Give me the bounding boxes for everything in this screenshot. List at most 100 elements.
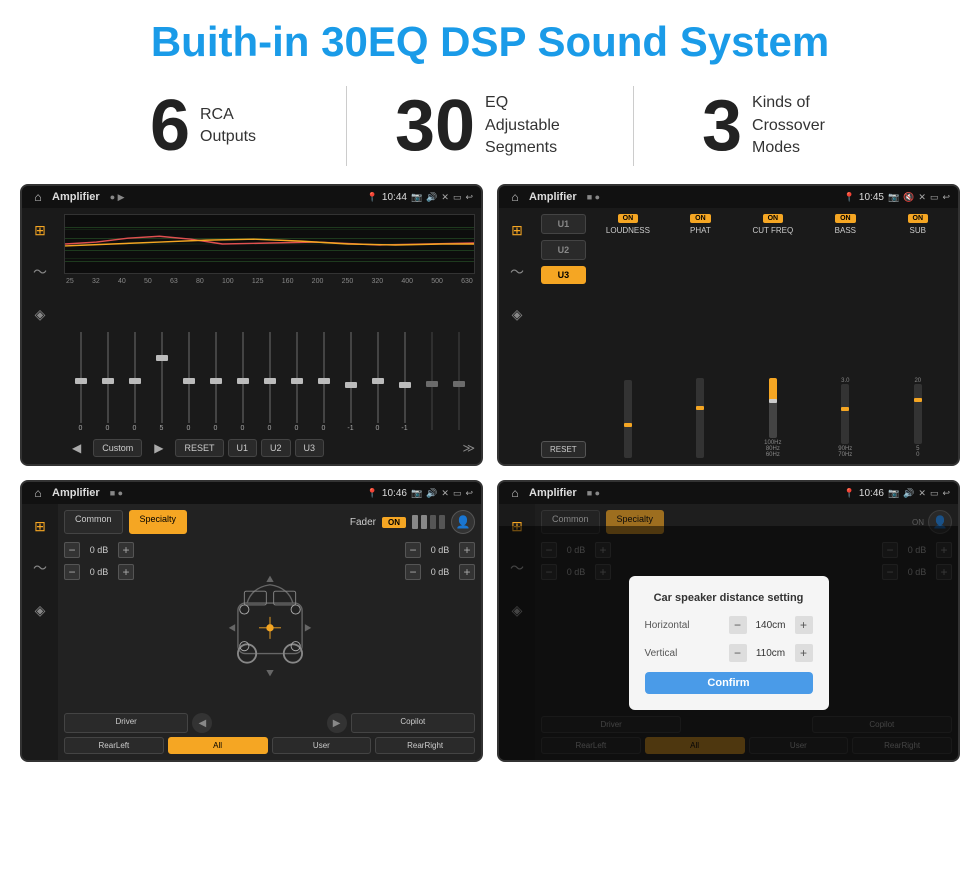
eq-next-btn[interactable]: ▶ (146, 438, 171, 458)
bass-label: BASS (835, 226, 856, 235)
eq-screen-content: ⊞ 〜 ◈ (22, 208, 481, 464)
eq-slider-4[interactable]: 5 (149, 332, 174, 432)
home-icon-2[interactable]: ⌂ (507, 189, 523, 205)
eq-custom-label: Custom (93, 439, 142, 457)
eq-slider-10[interactable]: 0 (311, 332, 336, 432)
dialog-horizontal-row: Horizontal − 140cm + (645, 616, 813, 634)
home-icon-1[interactable]: ⌂ (30, 189, 46, 205)
fader-plus-1[interactable]: + (118, 542, 134, 558)
dialog-horizontal-value: 140cm (751, 620, 791, 631)
location-icon-1: 📍 (367, 192, 378, 203)
fader-minus-1[interactable]: − (64, 542, 80, 558)
back-icon-2: ↩ (942, 192, 950, 203)
fader-side-icons: ⊞ 〜 ◈ (22, 504, 58, 760)
dialog-vertical-minus[interactable]: − (729, 644, 747, 662)
fader-side-icon-2[interactable]: 〜 (26, 554, 54, 582)
cross-u1-btn[interactable]: U1 (541, 214, 586, 234)
eq-prev-btn[interactable]: ◀ (64, 438, 89, 458)
eq-slider-11[interactable]: -1 (338, 332, 363, 432)
eq-slider-8[interactable]: 0 (257, 332, 282, 432)
eq-slider-1[interactable]: 0 (68, 332, 93, 432)
profile-icon[interactable]: 👤 (451, 510, 475, 534)
phat-slider (666, 238, 734, 458)
cross-u2-btn[interactable]: U2 (541, 240, 586, 260)
confirm-button[interactable]: Confirm (645, 672, 813, 694)
fader-plus-4[interactable]: + (459, 564, 475, 580)
cutfreq-slider-track[interactable] (769, 378, 777, 438)
tab-common[interactable]: Common (64, 510, 123, 534)
eq-slider-7[interactable]: 0 (230, 332, 255, 432)
fader-plus-3[interactable]: + (459, 542, 475, 558)
fader-nav-left[interactable]: ◀ (192, 713, 212, 733)
dialog-vertical-plus[interactable]: + (795, 644, 813, 662)
location-icon-4: 📍 (844, 488, 855, 499)
cross-loudness: ON LOUDNESS (594, 214, 662, 458)
cross-cutfreq: ON CUT FREQ 100Hz 80Hz 60Hz (739, 214, 807, 458)
status-bar-1: ⌂ Amplifier ● ▶ 📍 10:44 📷 🔊 ✕ ▭ ↩ (22, 186, 481, 208)
eq-side-icon-2[interactable]: 〜 (26, 258, 54, 286)
phat-slider-track[interactable] (696, 378, 704, 458)
fader-minus-3[interactable]: − (405, 542, 421, 558)
sub-slider-track[interactable] (914, 384, 922, 444)
status-icons-4: 📍 10:46 📷 🔊 ✕ ▭ ↩ (844, 488, 950, 499)
eq-slider-2[interactable]: 0 (95, 332, 120, 432)
fader-minus-4[interactable]: − (405, 564, 421, 580)
cross-bass: ON BASS 3.0 90Hz 70Hz (811, 214, 879, 458)
fader-driver-btn[interactable]: Driver (64, 713, 188, 733)
camera-icon-3: 📷 (411, 488, 422, 499)
status-icons-1: 📍 10:44 📷 🔊 ✕ ▭ ↩ (367, 192, 473, 203)
cutfreq-label: CUT FREQ (752, 226, 793, 235)
dialog-horizontal-plus[interactable]: + (795, 616, 813, 634)
cross-side-icon-2[interactable]: 〜 (503, 258, 531, 286)
eq-side-icons: ⊞ 〜 ◈ (22, 208, 58, 464)
eq-sliders: 0 0 0 5 0 0 0 0 0 0 -1 0 -1 (64, 289, 475, 432)
eq-slider-12[interactable]: 0 (365, 332, 390, 432)
cross-side-icon-1[interactable]: ⊞ (503, 216, 531, 244)
eq-u3-btn[interactable]: U3 (295, 439, 325, 457)
fader-all-btn[interactable]: All (168, 737, 268, 754)
fader-plus-2[interactable]: + (118, 564, 134, 580)
fader-body: − 0 dB + − 0 dB + (64, 542, 475, 709)
eq-u2-btn[interactable]: U2 (261, 439, 291, 457)
eq-slider-14[interactable] (419, 332, 444, 432)
eq-u1-btn[interactable]: U1 (228, 439, 258, 457)
window-icon-2: ▭ (930, 192, 939, 203)
stat-crossover: 3 Kinds ofCrossover Modes (634, 90, 920, 162)
eq-reset-btn[interactable]: RESET (175, 439, 223, 457)
status-title-4: Amplifier (529, 487, 577, 499)
eq-side-icon-1[interactable]: ⊞ (26, 216, 54, 244)
cross-reset-btn[interactable]: RESET (541, 441, 586, 458)
bass-slider-track[interactable] (841, 384, 849, 444)
fader-rearleft-btn[interactable]: RearLeft (64, 737, 164, 754)
eq-slider-6[interactable]: 0 (203, 332, 228, 432)
eq-slider-5[interactable]: 0 (176, 332, 201, 432)
cross-side-icons: ⊞ 〜 ◈ (499, 208, 535, 464)
tab-specialty[interactable]: Specialty (129, 510, 188, 534)
fader-minus-2[interactable]: − (64, 564, 80, 580)
loudness-slider-track[interactable] (624, 380, 632, 458)
cross-u3-btn[interactable]: U3 (541, 266, 586, 284)
fader-nav-right[interactable]: ▶ (327, 713, 347, 733)
status-dots-4: ■ ● (587, 488, 600, 498)
fader-user-btn[interactable]: User (272, 737, 372, 754)
dialog-horizontal-minus[interactable]: − (729, 616, 747, 634)
eq-arrows: ≫ (462, 441, 475, 455)
back-icon-4: ↩ (942, 488, 950, 499)
eq-expand-icon[interactable]: ≫ (462, 441, 475, 455)
dialog-vertical-controls: − 110cm + (729, 644, 813, 662)
eq-slider-9[interactable]: 0 (284, 332, 309, 432)
fader-copilot-btn[interactable]: Copilot (351, 713, 475, 733)
fader-side-icon-1[interactable]: ⊞ (26, 512, 54, 540)
eq-slider-15[interactable] (446, 332, 471, 432)
fader-rearright-btn[interactable]: RearRight (375, 737, 475, 754)
eq-side-icon-3[interactable]: ◈ (26, 300, 54, 328)
cross-side-icon-3[interactable]: ◈ (503, 300, 531, 328)
home-icon-3[interactable]: ⌂ (30, 485, 46, 501)
fader-side-icon-3[interactable]: ◈ (26, 596, 54, 624)
eq-screen: ⌂ Amplifier ● ▶ 📍 10:44 📷 🔊 ✕ ▭ ↩ ⊞ 〜 ◈ (20, 184, 483, 466)
eq-slider-13[interactable]: -1 (392, 332, 417, 432)
home-icon-4[interactable]: ⌂ (507, 485, 523, 501)
fader-screen: ⌂ Amplifier ■ ● 📍 10:46 📷 🔊 ✕ ▭ ↩ ⊞ 〜 ◈ (20, 480, 483, 762)
fader-db-val-2: 0 dB (84, 567, 114, 577)
eq-slider-3[interactable]: 0 (122, 332, 147, 432)
